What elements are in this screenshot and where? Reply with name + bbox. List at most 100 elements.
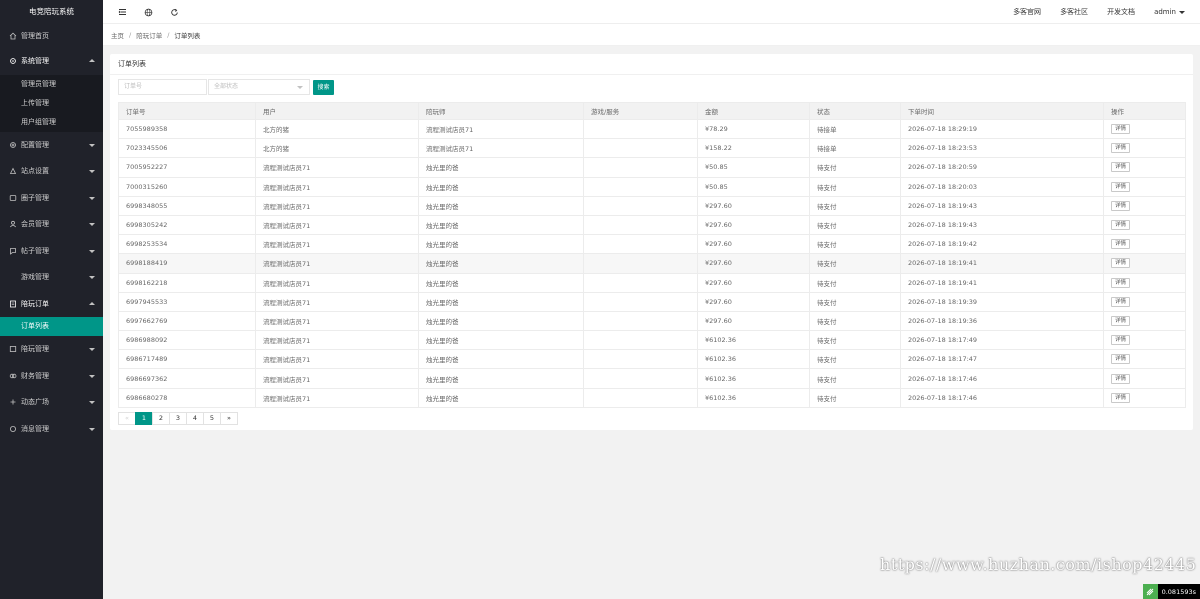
detail-button[interactable]: 详情: [1111, 277, 1131, 288]
table-cell: ¥6102.36: [697, 330, 810, 351]
app-logo-title: 电竞陪玩系统: [0, 0, 103, 24]
detail-button[interactable]: 详情: [1111, 124, 1131, 135]
table-row: 6986988092 流程测试店员71 烛光里的爸 ¥6102.36 待支付 2026-0…: [118, 330, 1186, 351]
table-cell: ¥6102.36: [697, 368, 810, 389]
column-header: 操作: [1103, 102, 1186, 120]
link-community[interactable]: 多客社区: [1060, 7, 1088, 17]
sidebar-subitem-uploads[interactable]: 上传管理: [0, 94, 103, 113]
sidebar-item-feed[interactable]: 动态广场: [0, 389, 103, 416]
detail-button[interactable]: 详情: [1111, 354, 1131, 365]
refresh-icon[interactable]: [169, 7, 179, 17]
link-dev-docs[interactable]: 开发文档: [1107, 7, 1135, 17]
table-cell: ¥297.60: [697, 291, 810, 312]
table-cell: ¥297.60: [697, 310, 810, 332]
sidebar-item-messages[interactable]: 消息管理: [0, 416, 103, 443]
sidebar-item-config[interactable]: 配置管理: [0, 132, 103, 159]
detail-button[interactable]: 详情: [1111, 181, 1131, 192]
sidebar-item-site[interactable]: 站点设置: [0, 158, 103, 185]
table-cell: [583, 330, 698, 351]
action-cell: 详情: [1103, 272, 1186, 293]
sidebar-item-label: 系统管理: [21, 57, 49, 66]
globe-icon[interactable]: [143, 7, 153, 17]
detail-button[interactable]: 详情: [1111, 200, 1131, 211]
sidebar-item-orders[interactable]: 陪玩订单: [0, 291, 103, 318]
table-cell: 6998348055: [118, 195, 256, 216]
action-cell: 详情: [1103, 138, 1186, 159]
chevron-down-icon: [89, 427, 95, 431]
column-header: 订单号: [118, 102, 256, 120]
table-cell: 6997662769: [118, 310, 256, 332]
menu-toggle-icon[interactable]: [117, 7, 127, 17]
table-cell: 流程测试店员71: [255, 349, 419, 370]
table-cell: [583, 349, 698, 370]
table-cell: 烛光里的爸: [418, 157, 584, 178]
sidebar-subitem-admins[interactable]: 管理员管理: [0, 75, 103, 94]
sidebar-item-label: 管理首页: [21, 32, 49, 40]
action-cell: 详情: [1103, 387, 1186, 408]
sidebar-item-companions[interactable]: 陪玩管理: [0, 336, 103, 363]
sidebar-item-system[interactable]: 系统管理: [0, 48, 103, 75]
pagination-page[interactable]: 5: [203, 412, 221, 425]
breadcrumb-separator: /: [129, 30, 132, 39]
sidebar-item-finance[interactable]: 财务管理: [0, 363, 103, 390]
sidebar-item-dashboard[interactable]: 管理首页: [0, 24, 103, 48]
detail-button[interactable]: 详情: [1111, 162, 1131, 173]
sidebar-item-circles[interactable]: 圈子管理: [0, 185, 103, 212]
detail-button[interactable]: 详情: [1111, 296, 1131, 307]
table-cell: [583, 368, 698, 389]
status-select[interactable]: 全部状态: [208, 79, 310, 95]
column-header: 用户: [255, 102, 419, 120]
table-cell: 2026-07-18 18:17:47: [900, 349, 1104, 370]
user-menu[interactable]: admin: [1154, 8, 1185, 16]
table-cell: 流程测试店员71: [255, 387, 419, 408]
chevron-down-icon: [89, 374, 95, 378]
sidebar-subitem-order-list[interactable]: 订单列表: [0, 317, 103, 336]
action-cell: 详情: [1103, 234, 1186, 255]
table-cell: ¥297.60: [697, 214, 810, 236]
detail-button[interactable]: 详情: [1111, 373, 1131, 384]
table-row: 7023345506 北方的猪 流程测试店员71 ¥158.22 待接单 2026-07-…: [118, 138, 1186, 159]
detail-button[interactable]: 详情: [1111, 335, 1131, 346]
sidebar-item-members[interactable]: 会员管理: [0, 211, 103, 238]
table-cell: ¥6102.36: [697, 387, 810, 408]
sidebar-item-games[interactable]: 游戏管理: [0, 264, 103, 291]
table-cell: 流程测试店员71: [255, 368, 419, 389]
search-button[interactable]: 搜索: [313, 79, 334, 95]
sidebar-item-label: 动态广场: [21, 398, 49, 407]
table-cell: ¥297.60: [697, 253, 810, 274]
table-row: 7005952227 流程测试店员71 烛光里的爸 ¥50.85 待支付 2026-07-…: [118, 157, 1186, 178]
sidebar-subitem-usergroups[interactable]: 用户组管理: [0, 113, 103, 132]
detail-button[interactable]: 详情: [1111, 392, 1131, 403]
pagination-page[interactable]: 4: [186, 412, 204, 425]
pagination-page[interactable]: 3: [169, 412, 187, 425]
chevron-down-icon: [1179, 10, 1185, 14]
pagination-next[interactable]: »: [220, 412, 238, 425]
table-cell: ¥297.60: [697, 195, 810, 216]
breadcrumb-home[interactable]: 主页: [111, 30, 124, 40]
table-row: 7000315260 流程测试店员71 烛光里的爸 ¥50.85 待支付 2026-07-…: [118, 176, 1186, 197]
action-cell: 详情: [1103, 253, 1186, 274]
detail-button[interactable]: 详情: [1111, 220, 1131, 231]
table-cell: ¥158.22: [697, 138, 810, 159]
breadcrumb-parent[interactable]: 陪玩订单: [136, 30, 162, 40]
table-cell: 待支付: [809, 176, 901, 197]
sidebar-item-label: 会员管理: [21, 220, 49, 229]
chevron-up-icon: [89, 301, 95, 305]
detail-button[interactable]: 详情: [1111, 315, 1131, 326]
detail-button[interactable]: 详情: [1111, 143, 1131, 154]
action-cell: 详情: [1103, 368, 1186, 389]
order-number-input[interactable]: 订单号: [118, 79, 207, 95]
pagination-page[interactable]: 1: [135, 412, 153, 425]
blank-icon: [9, 273, 17, 281]
sidebar-item-posts[interactable]: 帖子管理: [0, 238, 103, 265]
header-right-links: 多客官网 多客社区 开发文档 admin: [1013, 0, 1200, 24]
pagination-page[interactable]: 2: [152, 412, 170, 425]
link-official-site[interactable]: 多客官网: [1013, 7, 1041, 17]
table-cell: [583, 195, 698, 216]
pagination-prev[interactable]: «: [118, 412, 136, 425]
column-header: 游戏/服务: [583, 102, 698, 120]
detail-button[interactable]: 详情: [1111, 258, 1131, 269]
user-name: admin: [1154, 8, 1176, 16]
detail-button[interactable]: 详情: [1111, 239, 1131, 250]
orders-table: 订单号 用户 陪玩师 游戏/服务 金额 状态 下单时间 操作 705598935…: [118, 102, 1186, 408]
